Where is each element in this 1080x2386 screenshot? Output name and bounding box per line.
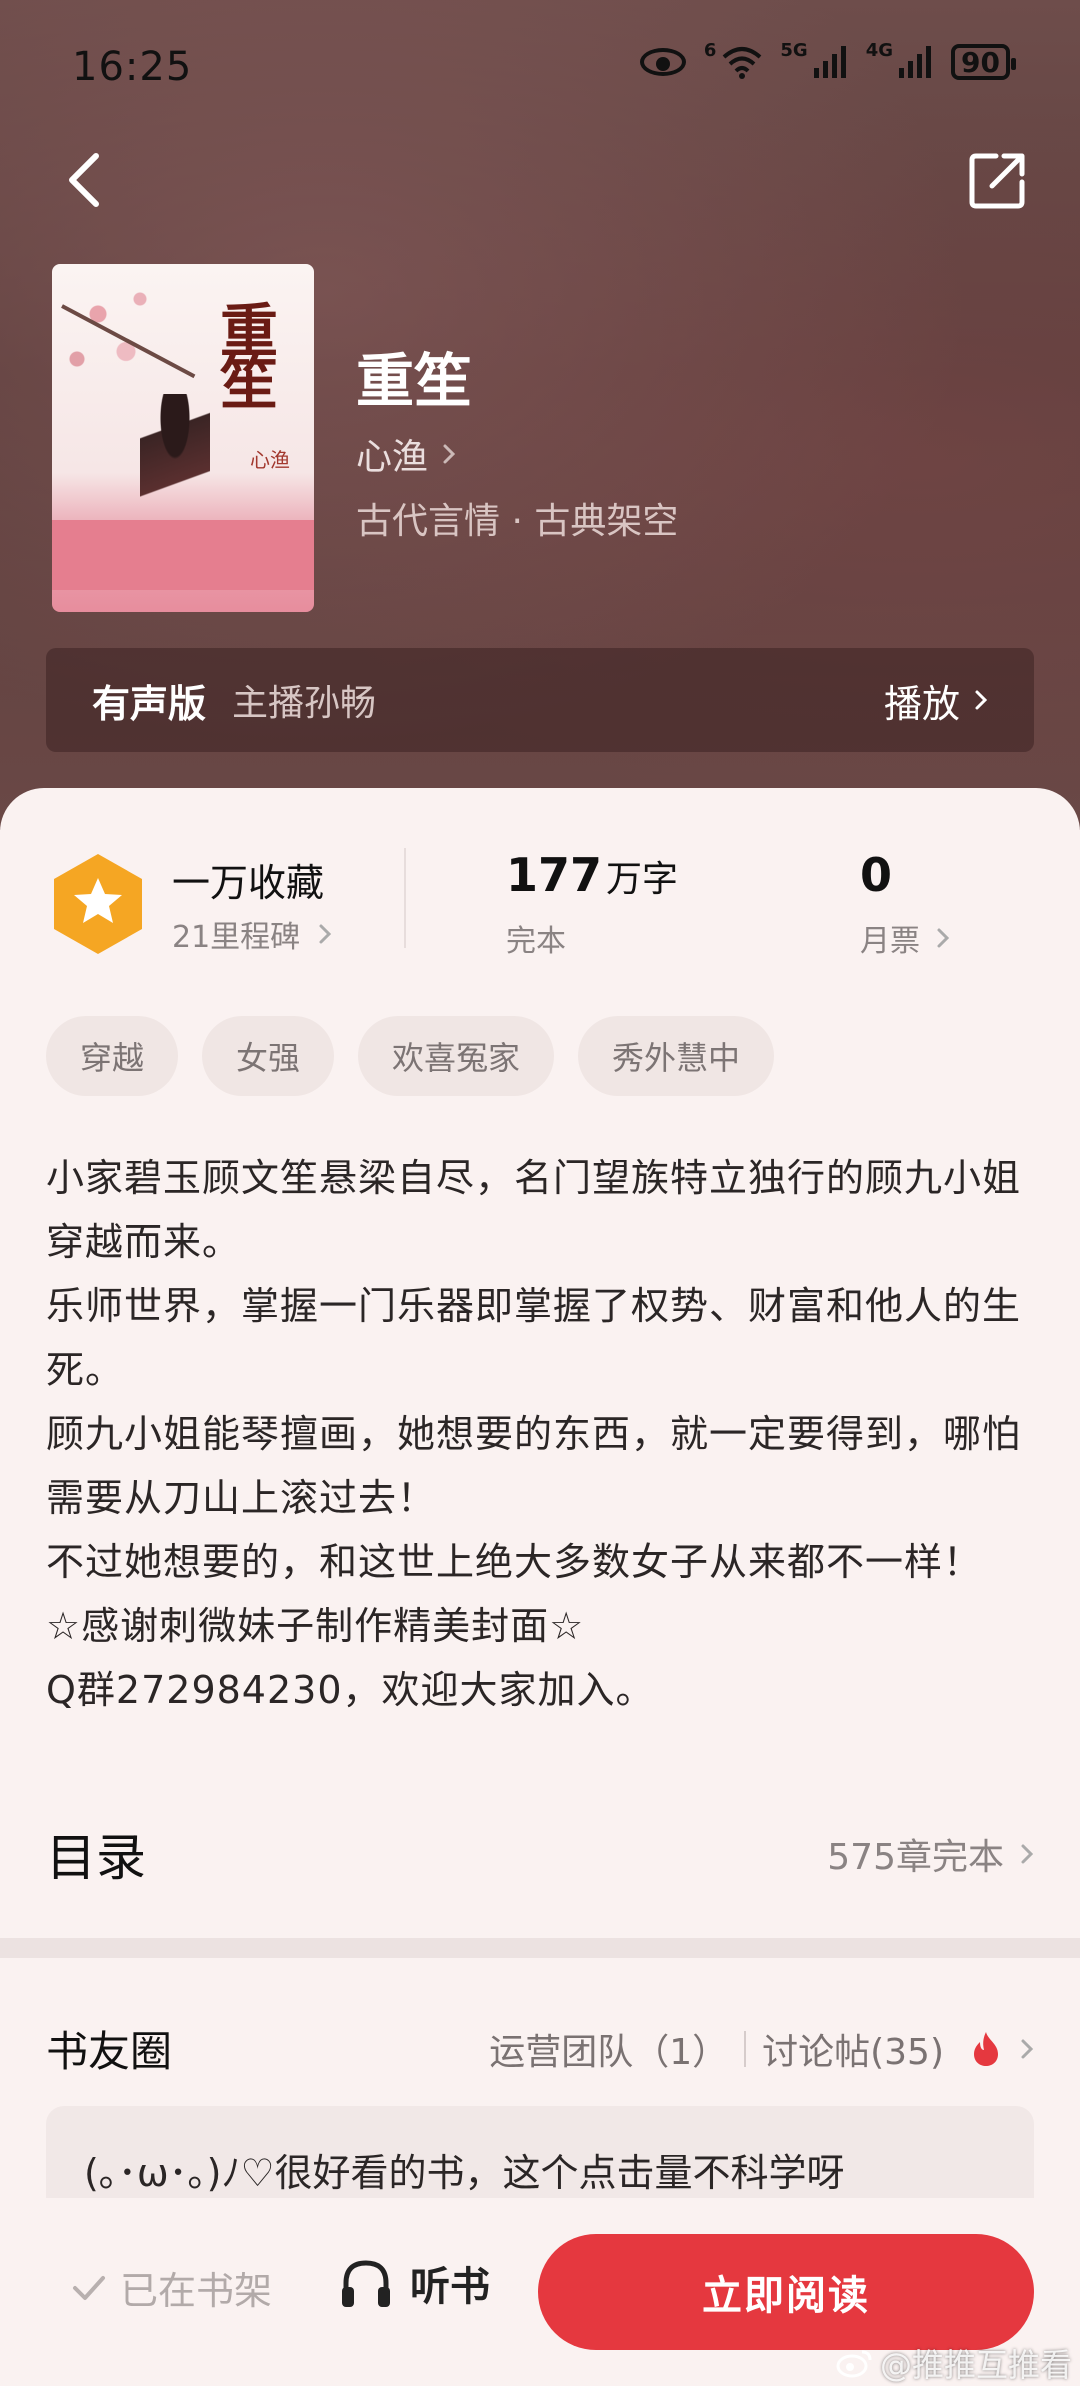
audio-version-bar[interactable]: 有声版 主播孙畅 播放 (46, 648, 1034, 752)
battery-level: 90 (961, 45, 1000, 79)
book-cover[interactable]: 重笙 心渔 (52, 264, 314, 612)
weibo-logo-icon (836, 2350, 872, 2378)
share-icon[interactable] (968, 150, 1028, 210)
toc-title: 目录 (46, 1829, 146, 1887)
intro-paragraph: 顾九小姐能琴擅画，她想要的东西，就一定要得到，哪怕需要从刀山上滚过去！ (46, 1412, 1022, 1520)
chevron-right-icon (319, 924, 332, 944)
meta-separator (744, 2030, 747, 2067)
battery-icon: 90 (951, 44, 1016, 80)
toc-chapter-count: 575章完本 (827, 1837, 1004, 1878)
read-now-button[interactable]: 立即阅读 (538, 2234, 1034, 2350)
completion-status: 完本 (506, 924, 566, 959)
chevron-right-icon (937, 928, 950, 948)
discussion-count-link[interactable]: 讨论帖(35) (762, 2023, 944, 2075)
intro-paragraph: Q群272984230，欢迎大家加入。 (46, 1668, 655, 1712)
cover-band (52, 520, 314, 590)
intro-paragraph: ☆感谢刺微妹子制作精美封面☆ (46, 1604, 585, 1648)
toc-status: 575章完本 (827, 1828, 1034, 1880)
table-of-contents-row[interactable]: 目录 575章完本 (46, 1818, 1034, 1890)
book-detail-card: 一万收藏 21里程碑 177 万字 完本 0 月票 穿越 女强 欢喜冤家 秀外慧中… (0, 788, 1080, 2386)
word-count-unit: 万字 (606, 859, 679, 900)
headphones-icon (342, 2260, 390, 2307)
network-4g-label: 4G (865, 39, 894, 61)
comment-text: (｡･ω･｡)ﾉ♡很好看的书，这个点击量不科学呀 (84, 2151, 845, 2195)
status-bar: 16:25 6 5G 4G 90 (0, 0, 1080, 130)
tag-chip[interactable]: 穿越 (46, 1016, 179, 1096)
cover-author: 心渔 (250, 448, 290, 472)
audio-host: 主播孙畅 (232, 683, 377, 724)
monthly-ticket-link[interactable]: 月票 (860, 916, 950, 960)
book-title: 重笙 (356, 347, 473, 415)
wifi-icon (722, 45, 762, 79)
check-icon (73, 2275, 105, 2300)
rank-star-badge-icon[interactable] (50, 852, 146, 956)
word-count: 177 万字 (506, 848, 678, 902)
signal-5g-icon (813, 46, 848, 78)
in-bookshelf-button[interactable]: 已在书架 (72, 2260, 272, 2315)
intro-paragraph: 不过她想要的，和这世上绝大多数女子从来都不一样！ (46, 1540, 983, 1584)
book-category: 古代言情 · 古典架空 (356, 501, 679, 542)
milestone-link[interactable]: 21里程碑 (172, 912, 332, 956)
reader-circle-meta: 运营团队（1） 讨论帖(35) (489, 2023, 1034, 2075)
signal-4g-icon (899, 46, 933, 78)
book-intro[interactable]: 小家碧玉顾文笙悬梁自尽，名门望族特立独行的顾九小姐穿越而来。 乐师世界，掌握一门… (46, 1146, 1036, 1722)
eye-comfort-icon (639, 48, 686, 76)
listen-label: 听书 (410, 2264, 490, 2310)
monthly-ticket-count: 0 (860, 848, 893, 902)
watermark-text: @推推互推看 (879, 2346, 1072, 2384)
chevron-right-icon (1021, 2039, 1034, 2058)
wifi-generation-label: 6 (703, 39, 717, 61)
fire-icon (974, 2031, 998, 2066)
in-bookshelf-label: 已在书架 (120, 2269, 273, 2313)
back-arrow-icon[interactable] (60, 150, 110, 210)
cover-figure-art (140, 394, 210, 514)
author-link[interactable]: 心渔 (356, 428, 456, 480)
intro-paragraph: 乐师世界，掌握一门乐器即掌握了权势、财富和他人的生死。 (46, 1284, 1022, 1392)
word-count-value: 177 (506, 848, 603, 902)
audio-play-button[interactable]: 播放 (884, 673, 988, 728)
stat-divider (404, 848, 406, 948)
chevron-right-icon (1021, 1844, 1034, 1864)
ops-team-link[interactable]: 运营团队（1） (489, 2023, 728, 2075)
tag-list: 穿越 女强 欢喜冤家 秀外慧中 (46, 1016, 775, 1096)
tag-chip[interactable]: 秀外慧中 (578, 1016, 775, 1096)
book-header: 16:25 6 5G 4G 90 重笙 心渔 重笙 心渔 古代言情 · 古典架空… (0, 0, 1080, 830)
chevron-right-icon (443, 444, 456, 464)
cover-title: 重笙 (210, 300, 278, 404)
status-time: 16:25 (72, 44, 193, 90)
audio-play-label: 播放 (883, 681, 960, 726)
collection-count: 一万收藏 (172, 861, 325, 905)
network-5g-label: 5G (780, 39, 808, 61)
section-divider (0, 1938, 1080, 1958)
reader-circle-title: 书友圈 (46, 2027, 173, 2076)
tag-chip[interactable]: 欢喜冤家 (358, 1016, 555, 1096)
monthly-ticket-label: 月票 (860, 924, 920, 959)
status-icons: 6 5G 4G 90 (639, 40, 1016, 80)
chevron-right-icon (975, 690, 988, 710)
milestone-label: 21里程碑 (172, 920, 301, 955)
tag-chip[interactable]: 女强 (202, 1016, 335, 1096)
watermark: @推推互推看 (836, 2340, 1072, 2386)
intro-paragraph: 小家碧玉顾文笙悬梁自尽，名门望族特立独行的顾九小姐穿越而来。 (46, 1156, 1022, 1264)
reader-circle-row[interactable]: 书友圈 运营团队（1） 讨论帖(35) (46, 2018, 1034, 2079)
audio-badge: 有声版 (92, 681, 207, 726)
author-name: 心渔 (356, 437, 429, 478)
listen-button[interactable]: 听书 (338, 2254, 490, 2312)
